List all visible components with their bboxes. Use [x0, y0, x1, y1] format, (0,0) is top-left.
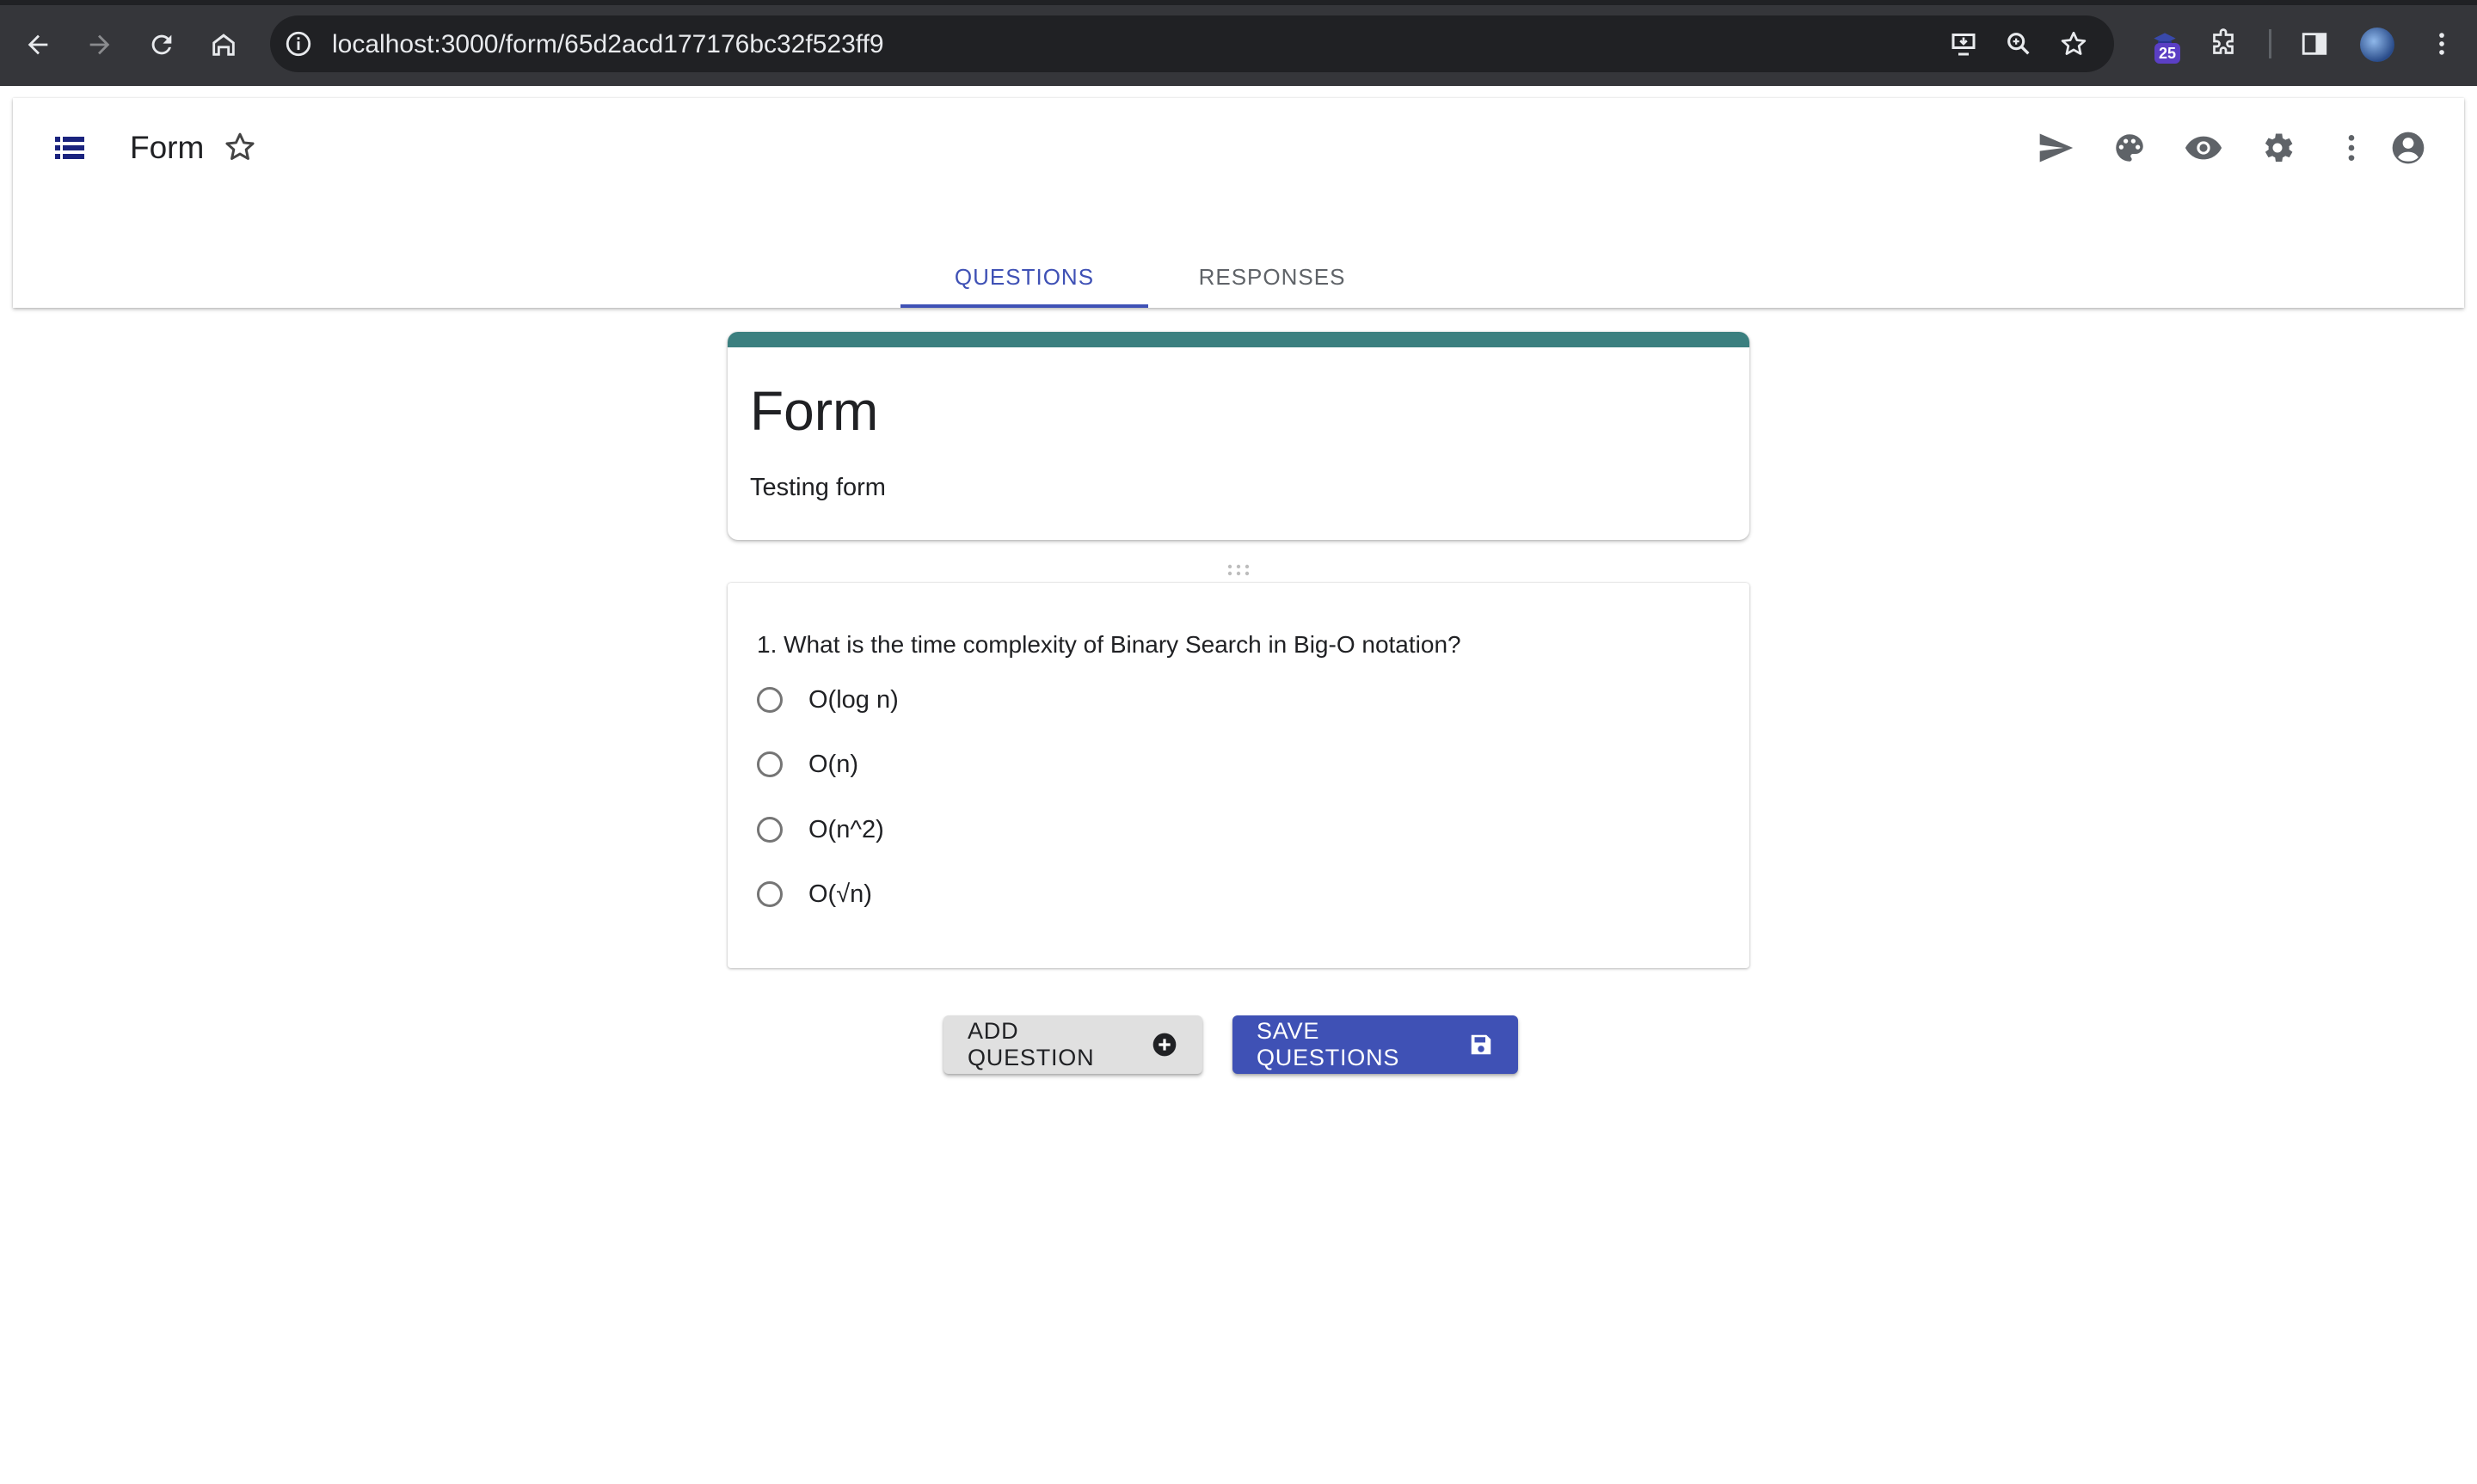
- home-icon: [212, 34, 235, 56]
- puzzle-icon: [2213, 28, 2234, 54]
- save-questions-label: SAVE QUESTIONS: [1257, 1018, 1400, 1070]
- side-panel-button[interactable]: [2295, 24, 2334, 64]
- add-question-button[interactable]: ADD QUESTION: [943, 1015, 1202, 1074]
- option-label: O(log n): [808, 685, 899, 714]
- app-title: Form: [130, 130, 205, 165]
- save-questions-button[interactable]: SAVE QUESTIONS: [1232, 1015, 1518, 1074]
- radio-button[interactable]: [757, 687, 783, 713]
- theme-button[interactable]: [2109, 127, 2150, 169]
- option-label: O(√n): [808, 880, 872, 908]
- form-header-card: [728, 332, 1749, 540]
- magnifier-icon: [2007, 33, 2030, 55]
- eye-icon: [2185, 136, 2222, 160]
- send-icon: [2039, 133, 2074, 163]
- radio-button[interactable]: [757, 817, 783, 843]
- chrome-menu-button[interactable]: [2422, 24, 2462, 64]
- star-outline-icon: [2061, 31, 2087, 55]
- option-item[interactable]: O(n^2): [757, 811, 884, 849]
- toolbar-separator: [2269, 29, 2271, 58]
- reload-button[interactable]: [143, 26, 181, 64]
- profile-avatar[interactable]: [2360, 28, 2394, 62]
- send-button[interactable]: [2035, 127, 2076, 169]
- radio-button[interactable]: [757, 881, 783, 907]
- list-icon[interactable]: [55, 135, 84, 161]
- url-text[interactable]: localhost:3000/form/65d2acd177176bc32f52…: [332, 26, 884, 64]
- settings-button[interactable]: [2257, 127, 2298, 169]
- option-label: O(n^2): [808, 815, 884, 843]
- active-tab-indicator: [900, 304, 1148, 308]
- install-app-button[interactable]: [1944, 24, 1983, 64]
- forward-button[interactable]: [81, 26, 119, 64]
- tab-questions[interactable]: QUESTIONS: [900, 251, 1148, 303]
- arrow-left-icon: [28, 34, 48, 55]
- back-button[interactable]: [19, 26, 57, 64]
- option-item[interactable]: O(√n): [757, 875, 872, 913]
- more-vert-icon: [2348, 135, 2355, 161]
- form-title[interactable]: Form: [750, 377, 878, 445]
- reload-icon: [151, 34, 172, 55]
- palette-icon: [2116, 134, 2143, 162]
- option-label: O(n): [808, 750, 858, 778]
- extensions-menu-button[interactable]: [2203, 24, 2243, 64]
- drag-handle-icon[interactable]: [1226, 563, 1251, 577]
- home-button[interactable]: [205, 26, 243, 64]
- form-description[interactable]: Testing form: [750, 471, 886, 504]
- arrow-right-icon: [89, 34, 110, 55]
- account-button[interactable]: [2388, 127, 2429, 169]
- preview-button[interactable]: [2183, 127, 2224, 169]
- star-icon[interactable]: [222, 129, 258, 165]
- question-text: 1. What is the time complexity of Binary…: [757, 631, 1461, 658]
- save-icon: [1468, 1031, 1494, 1058]
- option-item[interactable]: O(n): [757, 745, 858, 783]
- tab-strip: [0, 0, 2477, 5]
- option-item[interactable]: O(log n): [757, 681, 899, 719]
- more-options-button[interactable]: [2331, 127, 2372, 169]
- radio-button[interactable]: [757, 751, 783, 777]
- install-icon: [1951, 34, 1976, 56]
- gear-icon: [2265, 133, 2293, 163]
- side-panel-icon: [2302, 33, 2327, 55]
- zoom-button[interactable]: [1999, 24, 2038, 64]
- add-circle-icon: [1151, 1031, 1178, 1058]
- extension-badge: 25: [2154, 43, 2181, 64]
- add-question-label: ADD QUESTION: [968, 1018, 1095, 1070]
- more-vert-icon: [2439, 33, 2444, 55]
- form-accent-bar: [728, 332, 1749, 347]
- bookmark-button[interactable]: [2054, 24, 2093, 64]
- tab-responses[interactable]: RESPONSES: [1148, 251, 1396, 303]
- site-info-icon[interactable]: [284, 29, 313, 58]
- account-icon: [2392, 132, 2425, 164]
